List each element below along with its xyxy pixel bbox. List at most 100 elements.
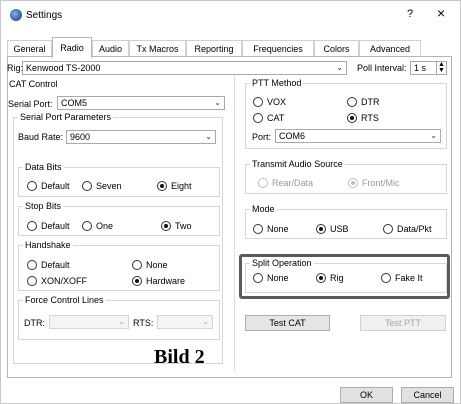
radio-icon [253, 273, 263, 283]
spin-arrows-icon[interactable]: ▲ ▼ [436, 61, 446, 74]
chevron-down-icon: ⌄ [202, 317, 209, 326]
radio-icon [27, 181, 37, 191]
mode-data-pkt-label: Data/Pkt [397, 224, 432, 234]
tx-audio-rear-data-label: Rear/Data [272, 178, 314, 188]
help-button[interactable]: ? [407, 8, 413, 20]
cancel-button[interactable]: Cancel [401, 387, 454, 403]
tab-reporting[interactable]: Reporting [186, 40, 242, 57]
radio-icon [383, 224, 393, 234]
split-fake-it-radio[interactable]: Fake It [381, 273, 423, 284]
data-bits-eight-radio[interactable]: Eight [157, 181, 192, 192]
rig-label: Rig: [7, 63, 24, 73]
handshake-none-radio[interactable]: None [132, 260, 168, 271]
handshake-xonxoff-label: XON/XOFF [41, 276, 88, 286]
radio-icon [381, 273, 391, 283]
mode-usb-label: USB [330, 224, 349, 234]
chevron-down-icon: ⌄ [205, 132, 212, 141]
rig-select[interactable]: Kenwood TS-2000 ⌄ [22, 61, 347, 75]
radio-icon [132, 260, 142, 270]
transmit-audio-source-title: Transmit Audio Source [250, 159, 345, 169]
handshake-default-label: Default [41, 260, 70, 270]
handshake-hardware-radio[interactable]: Hardware [132, 276, 185, 287]
handshake-title: Handshake [23, 240, 73, 250]
ptt-dtr-radio[interactable]: DTR [347, 97, 380, 108]
tab-tx-macros[interactable]: Tx Macros [129, 40, 186, 57]
serial-port-label: Serial Port: [8, 99, 53, 109]
ptt-port-label: Port: [252, 132, 272, 142]
data-bits-eight-label: Eight [171, 181, 192, 191]
ok-button[interactable]: OK [340, 387, 393, 403]
app-icon [10, 9, 22, 21]
ptt-vox-label: VOX [267, 97, 287, 107]
baud-rate-value: 9600 [70, 132, 91, 142]
settings-window: Settings ? × General Radio Audio Tx Macr… [0, 0, 461, 404]
data-bits-seven-radio[interactable]: Seven [82, 181, 122, 192]
force-control-lines-title: Force Control Lines [23, 295, 106, 305]
dtr-select[interactable]: ⌄ [49, 315, 129, 329]
tx-audio-front-mic-label: Front/Mic [362, 178, 400, 188]
test-ptt-button[interactable]: Test PTT [360, 315, 446, 331]
tab-colors[interactable]: Colors [314, 40, 359, 57]
tab-bar: General Radio Audio Tx Macros Reporting … [7, 37, 452, 58]
radio-icon [253, 224, 263, 234]
ptt-rts-label: RTS [361, 113, 379, 123]
radio-icon [27, 276, 37, 286]
split-rig-radio[interactable]: Rig [316, 273, 344, 284]
tab-radio[interactable]: Radio [52, 37, 92, 58]
poll-interval-label: Poll Interval: [357, 63, 407, 73]
poll-interval-spinbox[interactable]: 1 s ▲ ▼ [410, 61, 447, 75]
test-cat-button[interactable]: Test CAT [245, 315, 330, 331]
window-title: Settings [26, 10, 63, 21]
poll-interval-value: 1 s [414, 63, 427, 73]
radio-selected-icon [157, 181, 167, 191]
close-button[interactable]: × [437, 5, 445, 21]
rig-select-value: Kenwood TS-2000 [26, 63, 101, 73]
split-none-radio[interactable]: None [253, 273, 289, 284]
mode-none-radio[interactable]: None [253, 224, 289, 235]
handshake-xonxoff-radio[interactable]: XON/XOFF [27, 276, 87, 287]
tab-advanced[interactable]: Advanced [359, 40, 421, 57]
chevron-down-icon: ⌄ [336, 63, 343, 72]
data-bits-title: Data Bits [23, 162, 64, 172]
ptt-port-value: COM6 [279, 131, 306, 141]
chevron-down-icon: ⌄ [430, 131, 437, 140]
stop-bits-default-radio[interactable]: Default [27, 221, 70, 232]
title-bar: Settings ? × [1, 1, 460, 31]
mode-data-pkt-radio[interactable]: Data/Pkt [383, 224, 432, 235]
tab-general[interactable]: General [7, 40, 52, 57]
rts-select[interactable]: ⌄ [157, 315, 213, 329]
tab-frequencies[interactable]: Frequencies [242, 40, 314, 57]
ptt-rts-radio[interactable]: RTS [347, 113, 379, 124]
data-bits-default-radio[interactable]: Default [27, 181, 70, 192]
ptt-method-title: PTT Method [250, 78, 304, 88]
radio-icon [347, 97, 357, 107]
stop-bits-two-radio[interactable]: Two [161, 221, 192, 232]
serial-port-select[interactable]: COM5 ⌄ [57, 96, 225, 110]
serial-port-value: COM5 [61, 98, 88, 108]
stop-bits-one-radio[interactable]: One [82, 221, 113, 232]
baud-rate-select[interactable]: 9600 ⌄ [66, 130, 216, 144]
split-rig-label: Rig [330, 273, 344, 283]
handshake-default-radio[interactable]: Default [27, 260, 70, 271]
baud-rate-label: Baud Rate: [18, 132, 64, 142]
data-bits-default-label: Default [41, 181, 70, 191]
stop-bits-one-label: One [96, 221, 114, 231]
ptt-cat-radio[interactable]: CAT [253, 113, 284, 124]
tab-audio[interactable]: Audio [92, 40, 129, 57]
stop-bits-title: Stop Bits [23, 201, 64, 211]
radio-icon [253, 113, 263, 123]
split-fake-it-label: Fake It [395, 273, 423, 283]
ptt-port-select[interactable]: COM6 ⌄ [275, 129, 441, 143]
radio-icon [253, 97, 263, 107]
ptt-vox-radio[interactable]: VOX [253, 97, 286, 108]
split-operation-title: Split Operation [250, 258, 314, 268]
tx-audio-front-mic-radio[interactable]: Front/Mic [348, 178, 400, 189]
mode-usb-radio[interactable]: USB [316, 224, 349, 235]
rts-label: RTS: [133, 318, 154, 328]
radio-icon [27, 221, 37, 231]
tx-audio-rear-data-radio[interactable]: Rear/Data [258, 178, 313, 189]
split-none-label: None [267, 273, 289, 283]
radio-icon [82, 221, 92, 231]
radio-icon [27, 260, 37, 270]
column-divider [234, 75, 235, 371]
